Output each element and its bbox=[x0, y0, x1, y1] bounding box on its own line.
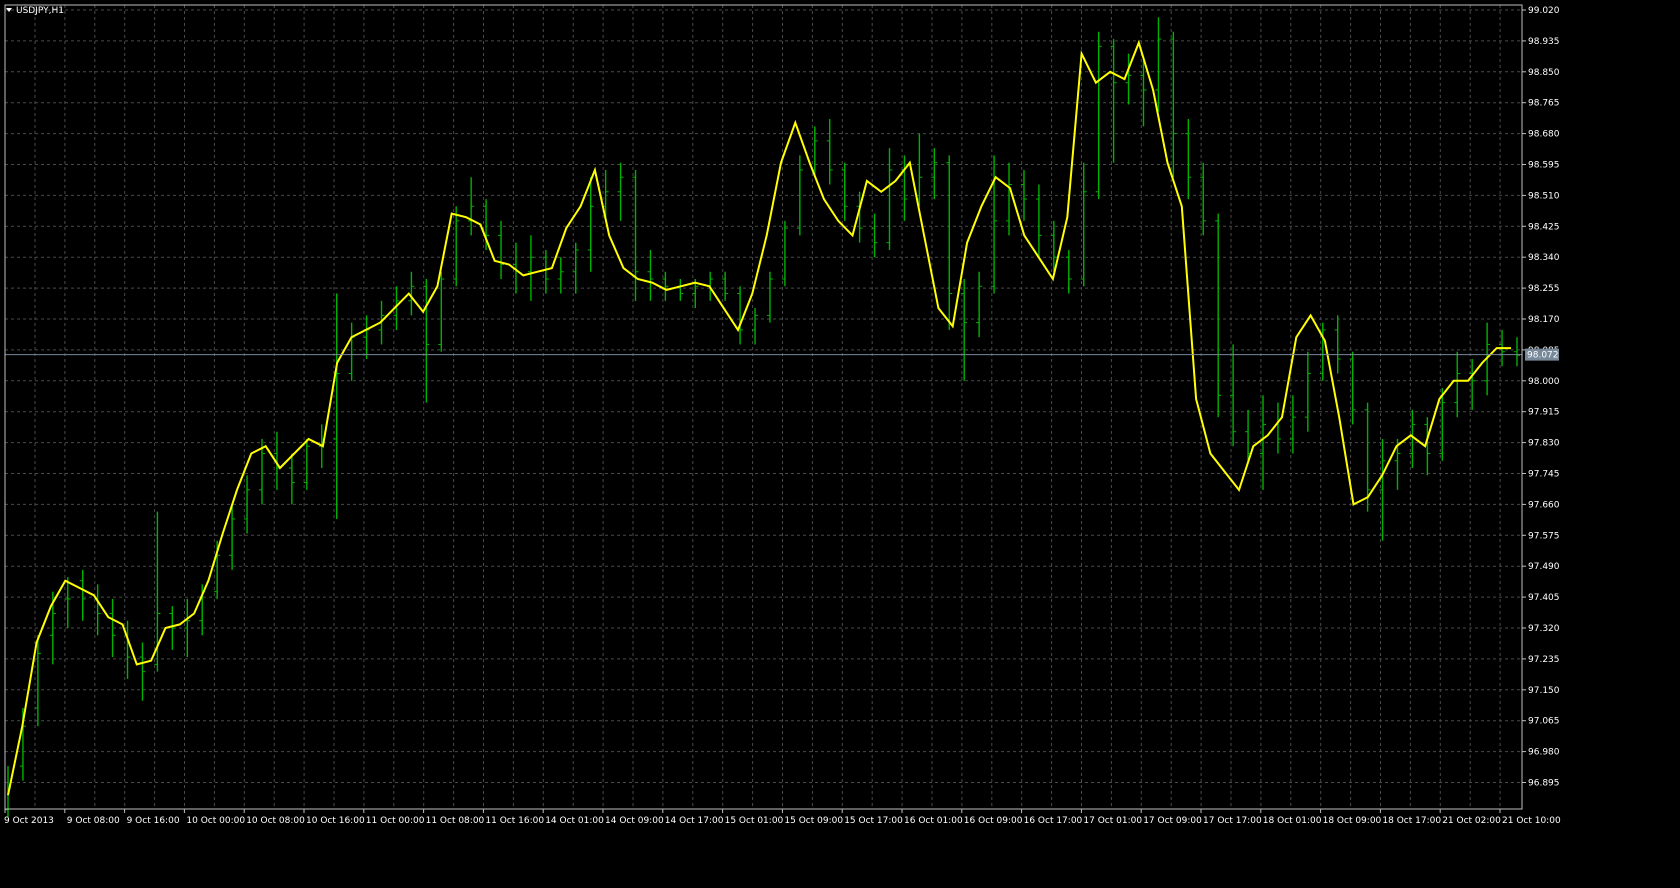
x-tick-label: 14 Oct 09:00 bbox=[605, 816, 664, 826]
x-tick-label: 16 Oct 09:00 bbox=[964, 816, 1023, 826]
y-tick-label: 99.020 bbox=[1528, 6, 1560, 16]
x-tick-label: 18 Oct 09:00 bbox=[1323, 816, 1382, 826]
y-tick-label: 97.745 bbox=[1528, 470, 1560, 480]
x-tick-label: 10 Oct 08:00 bbox=[246, 816, 305, 826]
y-tick-label: 98.765 bbox=[1528, 99, 1560, 109]
y-tick-label: 96.980 bbox=[1528, 748, 1560, 758]
y-tick-label: 98.510 bbox=[1528, 191, 1560, 201]
y-tick-label: 98.255 bbox=[1528, 284, 1560, 294]
x-tick-label: 14 Oct 17:00 bbox=[665, 816, 724, 826]
x-tick-label: 21 Oct 10:00 bbox=[1502, 816, 1561, 826]
y-tick-label: 98.000 bbox=[1528, 377, 1560, 387]
x-tick-label: 15 Oct 17:00 bbox=[844, 816, 903, 826]
x-tick-label: 15 Oct 09:00 bbox=[784, 816, 843, 826]
y-tick-label: 97.830 bbox=[1528, 439, 1560, 449]
price-chart[interactable]: 99.020 98.935 98.850 98.765 98.680 98.595 98.5… bbox=[0, 0, 1680, 888]
x-tick-label: 11 Oct 00:00 bbox=[366, 816, 425, 826]
current-price-label: 98.072 bbox=[1527, 351, 1559, 361]
x-tick-label: 9 Oct 08:00 bbox=[67, 816, 120, 826]
y-tick-label: 97.575 bbox=[1528, 531, 1560, 541]
y-tick-label: 97.150 bbox=[1528, 686, 1560, 696]
x-tick-label: 14 Oct 01:00 bbox=[545, 816, 604, 826]
x-tick-label: 18 Oct 01:00 bbox=[1263, 816, 1322, 826]
x-tick-label: 15 Oct 01:00 bbox=[725, 816, 784, 826]
x-tick-label: 9 Oct 16:00 bbox=[127, 816, 180, 826]
x-tick-label: 17 Oct 17:00 bbox=[1203, 816, 1262, 826]
y-tick-label: 98.595 bbox=[1528, 161, 1560, 171]
y-tick-label: 97.915 bbox=[1528, 408, 1560, 418]
y-tick-label: 98.340 bbox=[1528, 253, 1560, 263]
y-tick-label: 97.065 bbox=[1528, 717, 1560, 727]
current-price-tag: 98.072 bbox=[1525, 348, 1559, 361]
y-tick-label: 98.170 bbox=[1528, 315, 1560, 325]
x-tick-label: 18 Oct 17:00 bbox=[1382, 816, 1441, 826]
x-tick-label: 17 Oct 01:00 bbox=[1083, 816, 1142, 826]
y-tick-label: 98.425 bbox=[1528, 222, 1560, 232]
y-tick-label: 98.935 bbox=[1528, 37, 1560, 47]
y-tick-label: 96.895 bbox=[1528, 779, 1560, 789]
y-tick-label: 97.320 bbox=[1528, 624, 1560, 634]
x-tick-label: 11 Oct 08:00 bbox=[426, 816, 485, 826]
y-tick-label: 97.405 bbox=[1528, 593, 1560, 603]
x-tick-label: 9 Oct 2013 bbox=[4, 816, 54, 826]
y-tick-label: 97.490 bbox=[1528, 562, 1560, 572]
y-tick-label: 98.680 bbox=[1528, 130, 1560, 140]
x-tick-label: 16 Oct 17:00 bbox=[1024, 816, 1083, 826]
x-tick-label: 10 Oct 16:00 bbox=[306, 816, 365, 826]
x-tick-label: 17 Oct 09:00 bbox=[1143, 816, 1202, 826]
x-tick-label: 21 Oct 02:00 bbox=[1442, 816, 1501, 826]
x-tick-label: 16 Oct 01:00 bbox=[904, 816, 963, 826]
y-tick-label: 97.660 bbox=[1528, 500, 1560, 510]
y-tick-label: 97.235 bbox=[1528, 655, 1560, 665]
x-tick-label: 10 Oct 00:00 bbox=[186, 816, 245, 826]
x-tick-label: 11 Oct 16:00 bbox=[485, 816, 544, 826]
symbol-title: USDJPY,H1 bbox=[16, 6, 64, 16]
y-tick-label: 98.850 bbox=[1528, 68, 1560, 78]
